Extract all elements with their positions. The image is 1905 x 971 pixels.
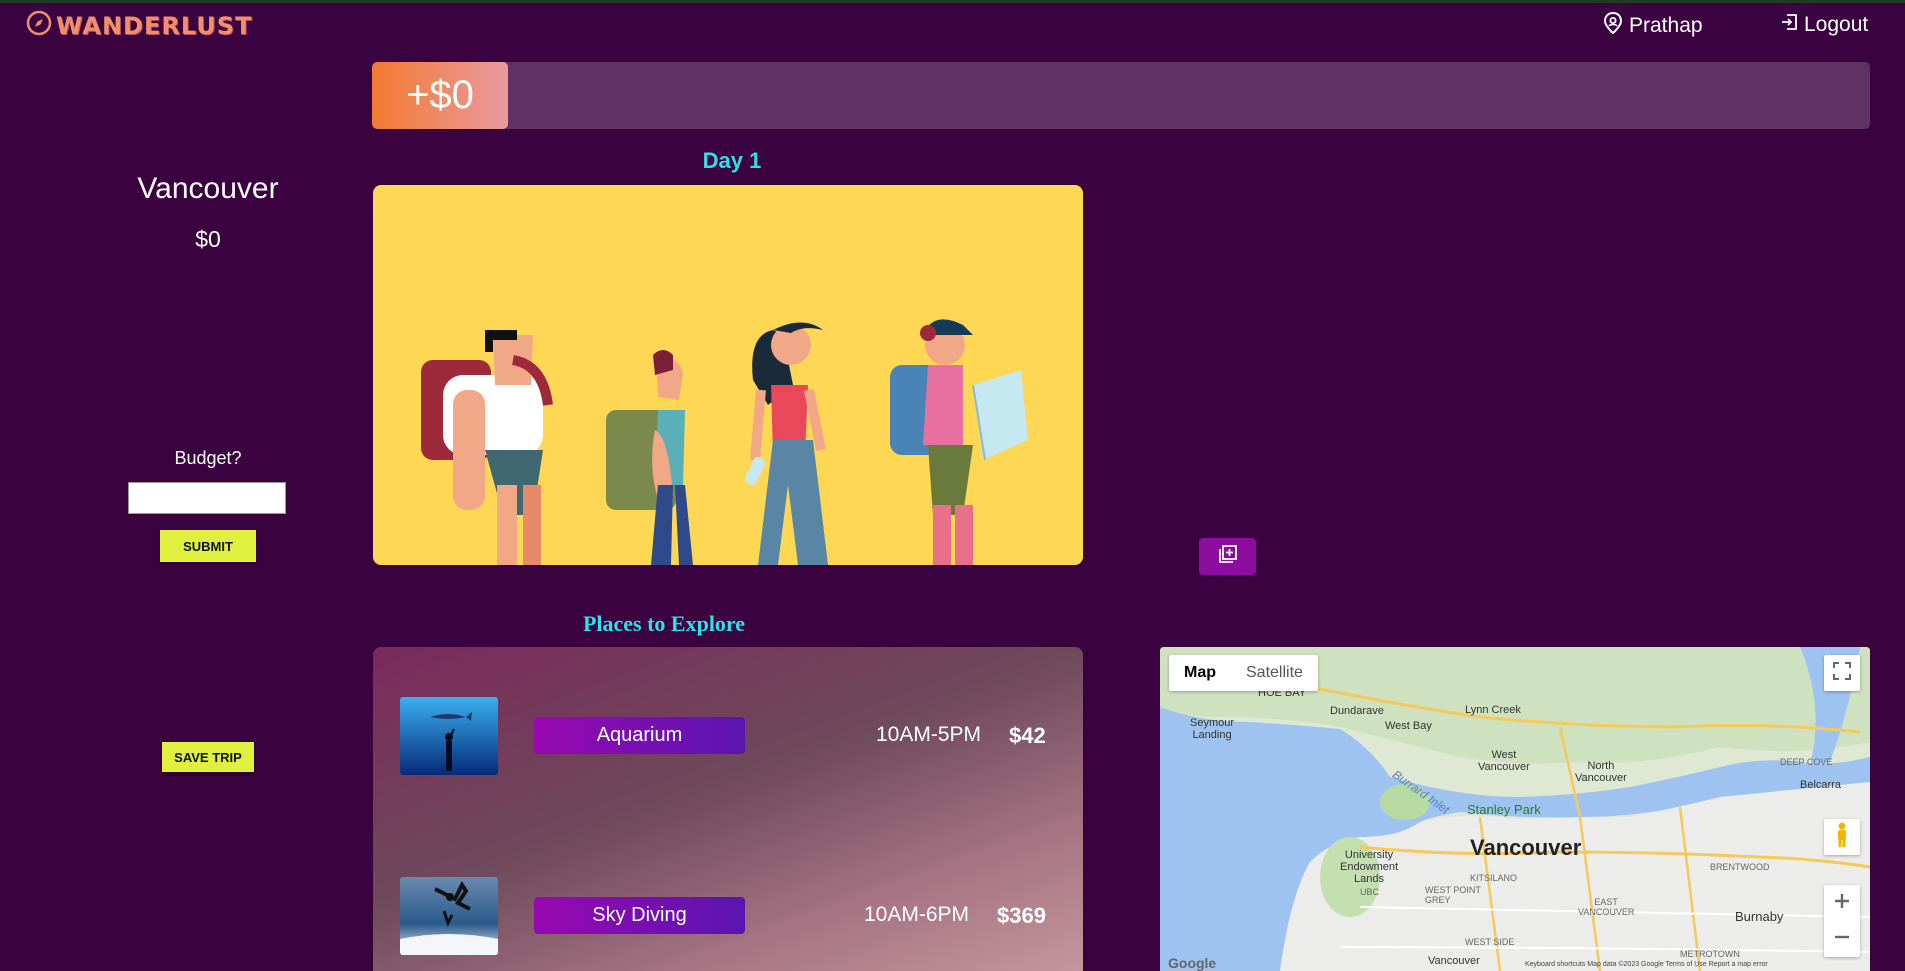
map-type-control: Map Satellite	[1169, 655, 1318, 691]
trip-total-cost: $0	[195, 226, 221, 252]
map-fullscreen-button[interactable]	[1824, 655, 1860, 691]
budget-progress-bar: +$0	[372, 62, 1870, 129]
places-list: Aquarium 10AM-5PM $42 Sky Diving 10AM-6P…	[373, 647, 1083, 971]
top-border	[0, 0, 1905, 3]
map-label-west-bay: West Bay	[1385, 720, 1432, 732]
user-profile-link[interactable]: Prathap	[1603, 11, 1703, 40]
place-price: $369	[997, 903, 1046, 928]
budget-label: Budget?	[174, 448, 242, 468]
map-label-north-vancouver: North Vancouver	[1575, 760, 1627, 784]
travelers-illustration	[373, 185, 1083, 565]
place-button-sky-diving[interactable]: Sky Diving	[534, 897, 745, 934]
place-price: $42	[1009, 723, 1046, 748]
map-type-map-button[interactable]: Map	[1169, 655, 1231, 691]
map-attribution[interactable]: Keyboard shortcuts Map data ©2023 Google…	[1525, 961, 1768, 968]
trip-city: Vancouver	[137, 172, 279, 205]
logo-text: WANDERLUST	[56, 11, 253, 40]
add-day-button[interactable]	[1199, 538, 1256, 575]
map-label-belcarra: Belcarra	[1800, 779, 1841, 791]
map-label-ubc: UBC	[1360, 887, 1380, 897]
map-label-vancouver-south: Vancouver	[1428, 955, 1480, 967]
list-item: Aquarium 10AM-5PM $42	[373, 697, 1083, 777]
map-street-view-button[interactable]	[1824, 819, 1860, 855]
submit-budget-button[interactable]: SUBMIT	[160, 530, 256, 562]
skydiving-thumbnail	[400, 877, 498, 955]
add-to-library-icon	[1218, 544, 1238, 569]
map-label-deep-cove: DEEP COVE	[1780, 757, 1833, 767]
map-label-west-vancouver: West Vancouver	[1478, 749, 1530, 773]
map-label-vancouver: Vancouver	[1470, 835, 1582, 860]
logout-icon	[1780, 12, 1800, 38]
map-label-dundarave: Dundarave	[1330, 705, 1384, 717]
list-item: Sky Diving 10AM-6PM $369	[373, 877, 1083, 957]
street-view-pegman-icon	[1834, 822, 1850, 853]
map-type-satellite-button[interactable]: Satellite	[1231, 655, 1318, 691]
google-logo: Google	[1168, 955, 1217, 971]
user-name: Prathap	[1629, 14, 1703, 37]
places-title: Places to Explore	[582, 611, 746, 636]
map-label-brentwood: BRENTWOOD	[1710, 862, 1770, 872]
map-label-lynn-creek: Lynn Creek	[1465, 704, 1521, 716]
logout-link[interactable]: Logout	[1780, 12, 1868, 38]
map-label-ube: University Endowment Lands	[1340, 849, 1399, 885]
map-label-west-point-grey: WEST POINT GREY	[1425, 885, 1481, 905]
fullscreen-icon	[1833, 661, 1851, 685]
map-zoom-control	[1824, 885, 1860, 957]
place-button-aquarium[interactable]: Aquarium	[534, 717, 745, 754]
day-title: Day 1	[702, 148, 762, 173]
place-hours: 10AM-6PM	[864, 903, 970, 926]
map-label-burnaby: Burnaby	[1735, 909, 1784, 924]
plus-icon	[1834, 893, 1850, 914]
map-label-metrotown: METROTOWN	[1680, 949, 1740, 959]
logo[interactable]: WANDERLUST	[26, 10, 252, 41]
budget-progress-fill: +$0	[372, 62, 508, 129]
map-zoom-out-button[interactable]	[1824, 921, 1860, 957]
google-map[interactable]: Seymour Landing HOE BAY Dundarave West B…	[1160, 647, 1870, 971]
map-label-east-vancouver: EAST VANCOUVER	[1578, 897, 1635, 917]
budget-input[interactable]	[128, 482, 286, 514]
map-zoom-in-button[interactable]	[1824, 885, 1860, 921]
compass-icon	[26, 10, 52, 41]
logout-label: Logout	[1804, 13, 1869, 36]
place-hours: 10AM-5PM	[876, 723, 982, 746]
aquarium-thumbnail	[400, 697, 498, 775]
location-pin-icon	[1603, 11, 1623, 40]
map-label-seymour: Seymour Landing	[1190, 717, 1235, 741]
map-label-west-side: WEST SIDE	[1465, 937, 1515, 947]
map-label-kitsilano: KITSILANO	[1470, 873, 1518, 883]
save-trip-button[interactable]: SAVE TRIP	[162, 742, 254, 772]
minus-icon	[1834, 929, 1850, 950]
map-label-stanley-park: Stanley Park	[1467, 802, 1541, 817]
